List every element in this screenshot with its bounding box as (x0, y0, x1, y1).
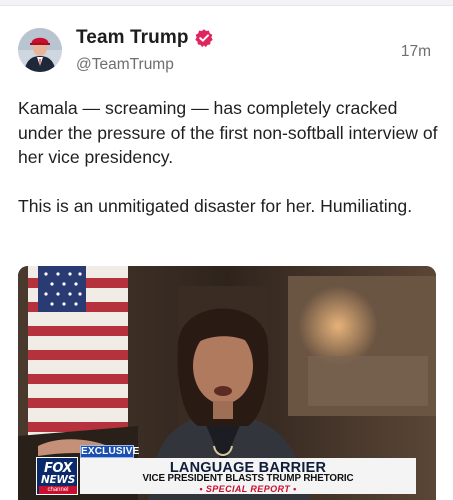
logo-text: channel (39, 486, 77, 494)
exclusive-tag: EXCLUSIVE (80, 445, 140, 458)
author-block: Team Trump @TeamTrump (76, 26, 214, 74)
verified-badge-icon (194, 29, 213, 48)
special-report-label: • SPECIAL REPORT • (199, 484, 297, 494)
chyron-subheadline: VICE PRESIDENT BLASTS TRUMP RHETORIC (142, 473, 354, 484)
author-avatar[interactable] (18, 28, 62, 72)
fox-news-logo: FOX NEWS channel (36, 457, 78, 495)
news-chyron: FOX NEWS channel EXCLUSIVE LANGUAGE BARR… (18, 266, 436, 500)
post-paragraph: Kamala — screaming — has completely crac… (18, 98, 438, 167)
logo-text: NEWS (41, 474, 75, 486)
post-paragraph: This is an unmitigated disaster for her.… (18, 195, 413, 216)
post-text: Kamala — screaming — has completely crac… (18, 96, 438, 218)
author-display-name[interactable]: Team Trump (76, 27, 189, 49)
post-video-thumbnail[interactable]: FOX NEWS channel EXCLUSIVE LANGUAGE BARR… (18, 266, 436, 500)
post-timestamp[interactable]: 17m (401, 43, 431, 61)
author-handle[interactable]: @TeamTrump (76, 56, 214, 74)
chyron-report-row: • SPECIAL REPORT • (80, 484, 416, 500)
post-card[interactable]: Team Trump @TeamTrump 17m Kamala — screa… (0, 6, 453, 500)
